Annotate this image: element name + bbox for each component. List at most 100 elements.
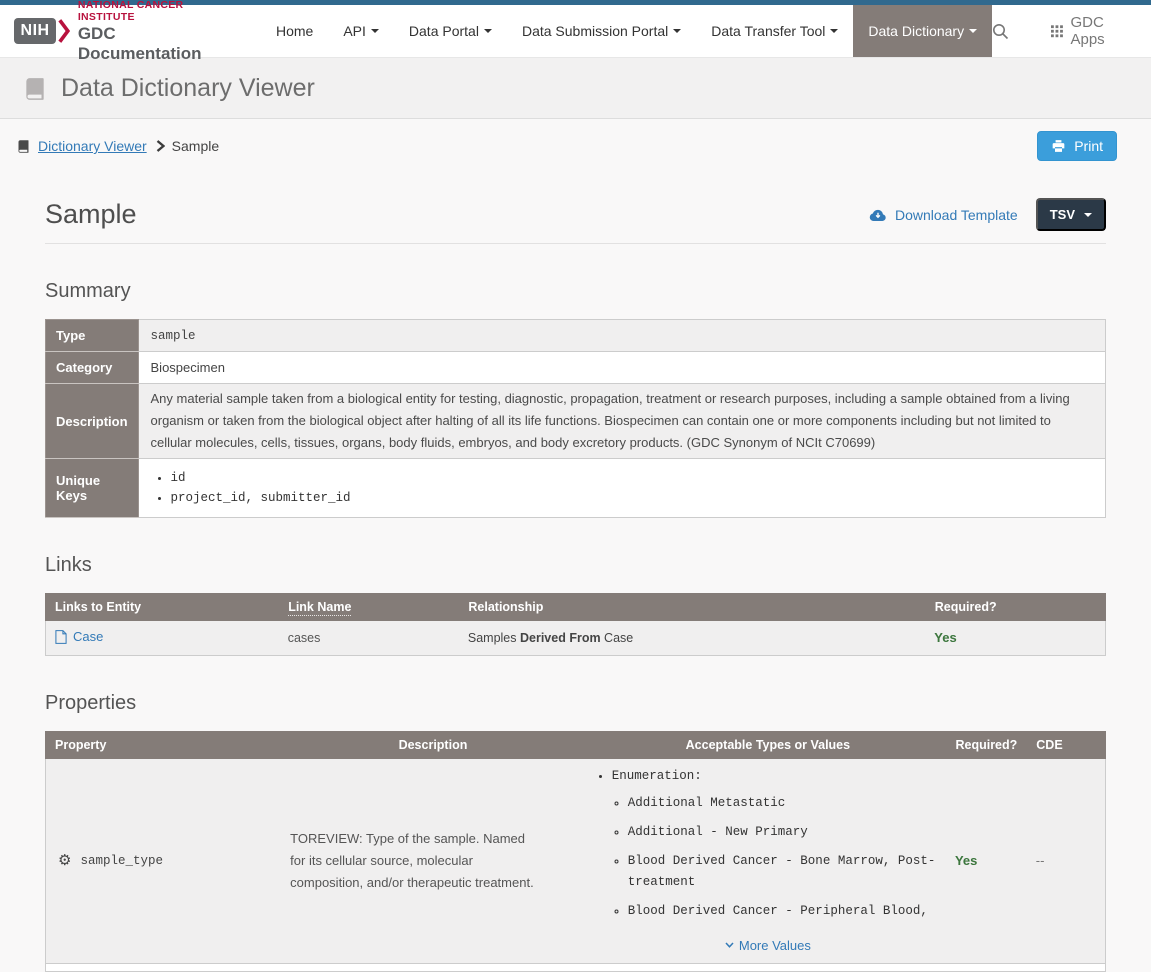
nav-item-label: Home: [276, 23, 313, 39]
nav-item[interactable]: Data Portal: [394, 5, 507, 57]
summary-table: Type sample Category Biospecimen Descrip…: [45, 319, 1106, 518]
nav-menu: Home API Data Portal Data Submission Por…: [261, 5, 992, 57]
table-header-row: Property Description Acceptable Types or…: [46, 731, 1106, 758]
more-values-label: More Values: [739, 938, 811, 953]
gdc-apps-button[interactable]: GDC Apps: [1051, 14, 1129, 48]
chevron-down-icon: [969, 29, 977, 33]
print-button[interactable]: Print: [1037, 131, 1117, 161]
cloud-download-icon: [869, 208, 887, 222]
summary-description-label: Description: [46, 384, 139, 459]
chevron-down-icon: [484, 29, 492, 33]
chevron-right-icon: [156, 140, 165, 152]
properties-table: Property Description Acceptable Types or…: [45, 731, 1106, 972]
nih-chevron-icon: [58, 18, 70, 44]
enum-value-item: Additional Metastatic: [628, 789, 938, 818]
summary-description-value: Any material sample taken from a biologi…: [138, 384, 1105, 459]
brand-institute: NATIONAL CANCER INSTITUTE: [78, 0, 227, 23]
apps-grid-icon: [1051, 24, 1063, 39]
links-heading: Links: [45, 554, 1106, 577]
chevron-down-icon: [1084, 213, 1092, 217]
table-row: Description Any material sample taken fr…: [46, 384, 1106, 459]
book-icon-small: [16, 139, 31, 154]
main-content: Sample Download Template TSV Summary Typ…: [45, 174, 1106, 972]
col-description: Description: [276, 731, 590, 758]
nav-item-label: Data Submission Portal: [522, 23, 668, 39]
col-cde: CDE: [1027, 731, 1106, 758]
breadcrumb: Dictionary Viewer Sample Print: [0, 119, 1151, 174]
chevron-down-icon: [830, 29, 838, 33]
search-icon[interactable]: [992, 23, 1009, 40]
breadcrumb-current: Sample: [172, 138, 219, 154]
links-table: Links to Entity Link Name Relationship R…: [45, 593, 1106, 656]
chevron-down-icon: [673, 29, 681, 33]
nav-item-label: API: [343, 23, 366, 39]
nav-item[interactable]: Data Submission Portal: [507, 5, 696, 57]
unique-key-item: project_id, submitter_id: [171, 488, 1093, 508]
table-row: ⚙ sample_type TOREVIEW: Type of the samp…: [46, 758, 1106, 963]
table-header-row: Links to Entity Link Name Relationship R…: [46, 594, 1106, 621]
enum-value-item: Additional - New Primary: [628, 818, 938, 847]
chevron-down-icon: [725, 942, 734, 948]
brand-logo[interactable]: NIH NATIONAL CANCER INSTITUTE GDC Docume…: [14, 5, 227, 57]
enum-value-item: Blood Derived Cancer - Bone Marrow, Post…: [628, 847, 938, 897]
required-badge: Yes: [934, 630, 956, 645]
summary-category-label: Category: [46, 352, 139, 384]
property-name: sample_type: [80, 854, 163, 868]
unique-key-item: id: [171, 468, 1093, 488]
property-description: TOREVIEW: Type of the sample. Named for …: [285, 828, 581, 894]
entity-header: Sample Download Template TSV: [45, 174, 1106, 244]
book-icon: [22, 76, 48, 102]
col-required: Required?: [925, 594, 1105, 621]
download-template-label: Download Template: [895, 207, 1018, 223]
required-badge: Yes: [955, 853, 977, 868]
summary-type-value: sample: [138, 320, 1105, 352]
enum-values-list: Additional MetastaticAdditional - New Pr…: [612, 789, 938, 926]
breadcrumb-root-link[interactable]: Dictionary Viewer: [38, 138, 147, 154]
table-row: Case cases Samples Derived From Case Yes: [46, 621, 1106, 656]
nav-item[interactable]: Home: [261, 5, 328, 57]
col-links-to-entity: Links to Entity: [46, 594, 279, 621]
col-acceptable-values: Acceptable Types or Values: [590, 731, 946, 758]
nav-item[interactable]: Data Transfer Tool: [696, 5, 853, 57]
chevron-down-icon: [371, 29, 379, 33]
link-name-value: cases: [279, 621, 459, 656]
more-values-link[interactable]: More Values: [598, 938, 938, 953]
gdc-apps-label: GDC Apps: [1070, 14, 1129, 48]
col-property: Property: [46, 731, 277, 758]
unique-keys-list: idproject_id, submitter_id: [151, 468, 1093, 508]
summary-category-value: Biospecimen: [138, 352, 1105, 384]
col-link-name: Link Name: [288, 600, 351, 616]
gear-icon: ⚙: [58, 853, 71, 868]
summary-unique-keys-label: Unique Keys: [46, 459, 139, 518]
main-navbar: NIH NATIONAL CANCER INSTITUTE GDC Docume…: [0, 5, 1151, 58]
nih-logo: NIH: [14, 18, 56, 44]
nav-item-label: Data Transfer Tool: [711, 23, 825, 39]
brand-product: GDC Documentation: [78, 24, 227, 64]
cde-value: --: [1036, 853, 1045, 868]
tsv-format-dropdown[interactable]: TSV: [1036, 198, 1106, 231]
nav-item-label: Data Portal: [409, 23, 479, 39]
values-type-label: Enumeration:: [612, 769, 702, 783]
table-row-partial: [46, 963, 1106, 971]
summary-type-label: Type: [46, 320, 139, 352]
col-relationship: Relationship: [459, 594, 925, 621]
properties-heading: Properties: [45, 692, 1106, 715]
entity-title: Sample: [45, 199, 137, 230]
nav-item-label: Data Dictionary: [868, 23, 964, 39]
nav-item[interactable]: Data Dictionary: [853, 5, 992, 57]
print-label: Print: [1074, 138, 1103, 154]
tsv-label: TSV: [1050, 207, 1075, 222]
download-template-link[interactable]: Download Template: [869, 207, 1018, 223]
relationship-value: Samples Derived From Case: [459, 621, 925, 656]
case-entity-link[interactable]: Case: [55, 629, 103, 644]
page-header: Data Dictionary Viewer: [0, 58, 1151, 119]
table-row: Type sample: [46, 320, 1106, 352]
page-title: Data Dictionary Viewer: [61, 74, 315, 103]
nav-item[interactable]: API: [328, 5, 394, 57]
case-link-label: Case: [73, 629, 103, 644]
nih-logo-text: NIH: [21, 22, 50, 40]
printer-icon: [1051, 139, 1066, 153]
summary-heading: Summary: [45, 280, 1106, 303]
col-required: Required?: [946, 731, 1027, 758]
enum-value-item: Blood Derived Cancer - Peripheral Blood,: [628, 897, 938, 926]
